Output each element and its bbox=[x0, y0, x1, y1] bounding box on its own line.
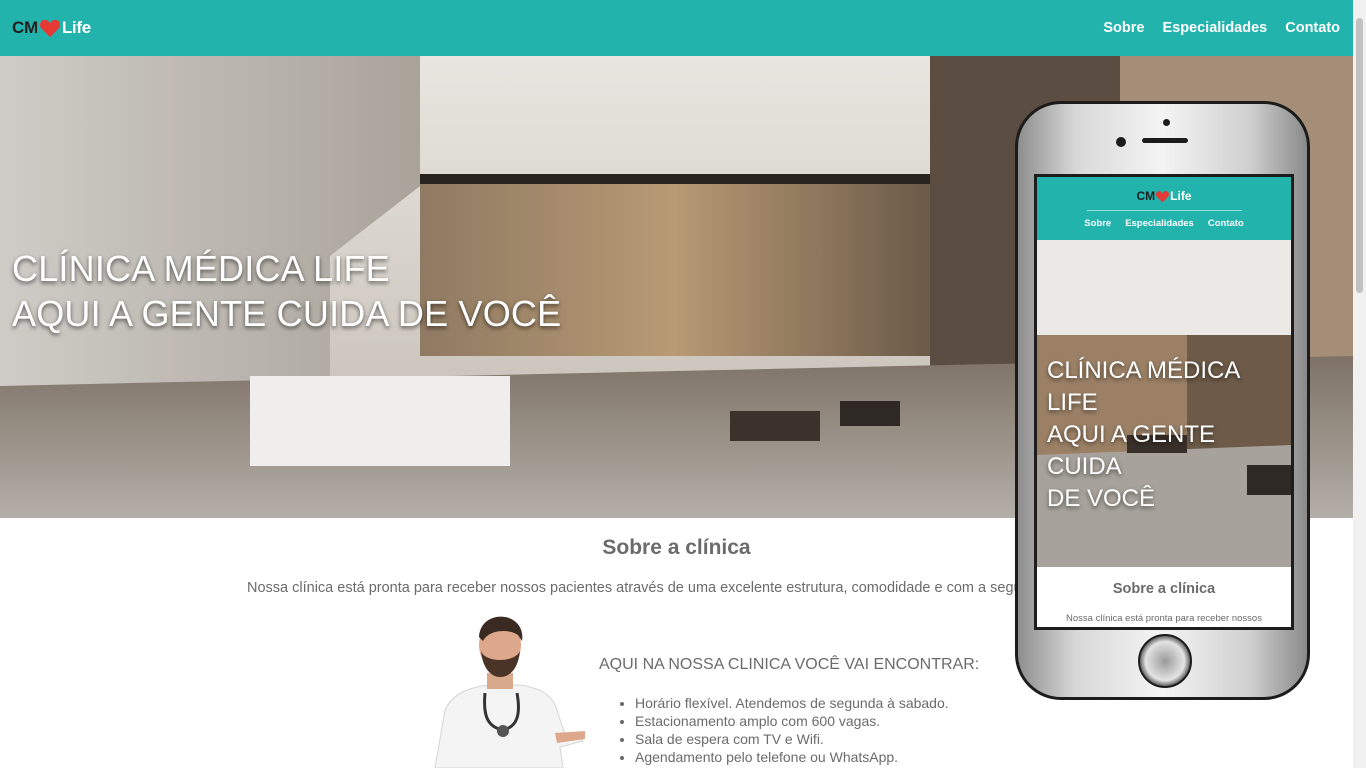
mobile-nav-divider bbox=[1087, 210, 1242, 211]
mobile-hero-title: CLÍNICA MÉDICA LIFE AQUI A GENTE CUIDA D… bbox=[1047, 355, 1291, 515]
mobile-brand-logo[interactable]: CM Life bbox=[1037, 189, 1291, 203]
nav-link-especialidades[interactable]: Especialidades bbox=[1162, 20, 1267, 36]
phone-sensor bbox=[1163, 119, 1170, 126]
heart-icon bbox=[1156, 190, 1170, 202]
heart-icon bbox=[39, 19, 60, 38]
mobile-hero-banner: CLÍNICA MÉDICA LIFE AQUI A GENTE CUIDA D… bbox=[1037, 240, 1291, 567]
about-description: Nossa clínica está pronta para receber n… bbox=[247, 580, 1099, 596]
phone-screen: CM Life Sobre Especialidades Contato CLÍ… bbox=[1034, 174, 1294, 630]
phone-camera bbox=[1116, 137, 1126, 147]
mobile-nav-links: Sobre Especialidades Contato bbox=[1037, 218, 1291, 229]
mobile-hero-line2: AQUI A GENTE CUIDA bbox=[1047, 421, 1216, 480]
mobile-brand-suffix: Life bbox=[1170, 189, 1192, 203]
feature-item: Sala de espera com TV e Wifi. bbox=[635, 730, 949, 748]
hero-title-line1: CLÍNICA MÉDICA LIFE bbox=[12, 248, 390, 289]
phone-mockup: CM Life Sobre Especialidades Contato CLÍ… bbox=[1015, 101, 1310, 700]
mobile-navbar: CM Life Sobre Especialidades Contato bbox=[1037, 177, 1291, 240]
mobile-hero-line3: DE VOCÊ bbox=[1047, 485, 1156, 512]
nav-link-sobre[interactable]: Sobre bbox=[1103, 20, 1144, 36]
mobile-nav-link-especialidades[interactable]: Especialidades bbox=[1125, 218, 1194, 229]
mobile-hero-line1: CLÍNICA MÉDICA LIFE bbox=[1047, 357, 1240, 416]
features-title: AQUI NA NOSSA CLINICA VOCÊ VAI ENCONTRAR… bbox=[599, 656, 980, 673]
brand-prefix: CM bbox=[12, 18, 38, 37]
brand-suffix: Life bbox=[61, 18, 91, 37]
features-list: Horário flexível. Atendemos de segunda à… bbox=[635, 694, 949, 766]
navbar: CM Life Sobre Especialidades Contato bbox=[0, 0, 1353, 56]
hero-title-line2: AQUI A GENTE CUIDA DE VOCÊ bbox=[12, 293, 562, 334]
mobile-nav-link-sobre[interactable]: Sobre bbox=[1084, 218, 1111, 229]
nav-link-contato[interactable]: Contato bbox=[1285, 20, 1340, 36]
mobile-about-text: Nossa clínica está pronta para receber n… bbox=[1066, 613, 1262, 624]
mobile-page: CM Life Sobre Especialidades Contato CLÍ… bbox=[1037, 177, 1291, 627]
feature-item: Estacionamento amplo com 600 vagas. bbox=[635, 712, 949, 730]
phone-speaker bbox=[1142, 138, 1188, 143]
mobile-brand-prefix: CM bbox=[1136, 189, 1156, 203]
mobile-nav-link-contato[interactable]: Contato bbox=[1208, 218, 1244, 229]
mobile-about-title: Sobre a clínica bbox=[1112, 581, 1216, 597]
phone-home-button bbox=[1138, 634, 1192, 688]
feature-item: Horário flexível. Atendemos de segunda à… bbox=[635, 694, 949, 712]
page-scrollbar[interactable] bbox=[1353, 0, 1366, 768]
doctor-image bbox=[434, 616, 585, 768]
scrollbar-thumb[interactable] bbox=[1356, 18, 1363, 293]
hero-title: CLÍNICA MÉDICA LIFE AQUI A GENTE CUIDA D… bbox=[12, 246, 561, 336]
brand-logo[interactable]: CM Life bbox=[12, 18, 91, 38]
nav-links: Sobre Especialidades Contato bbox=[1103, 20, 1340, 36]
feature-item: Agendamento pelo telefone ou WhatsApp. bbox=[635, 748, 949, 766]
